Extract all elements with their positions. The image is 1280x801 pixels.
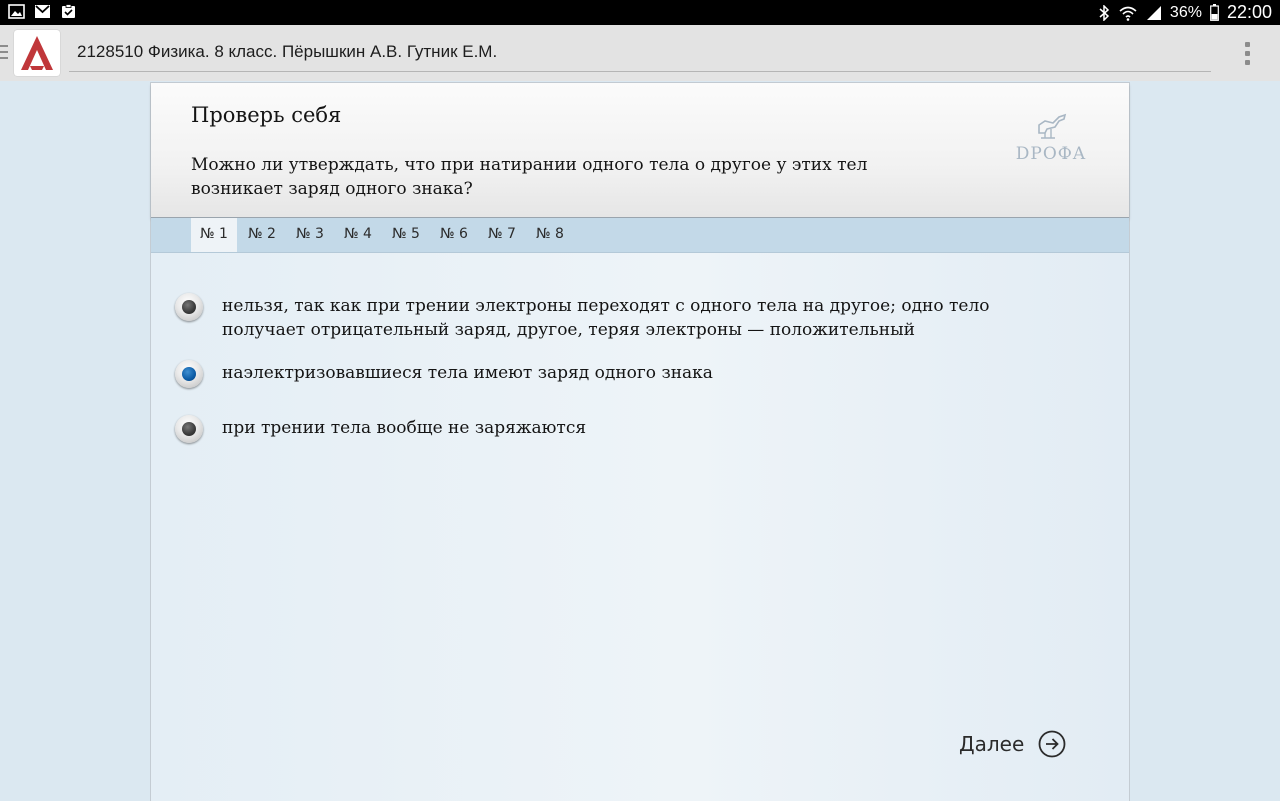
battery-percent: 36% xyxy=(1169,3,1202,21)
answer-option-3[interactable]: при трении тела вообще не заряжаются xyxy=(175,415,1075,443)
app-logo[interactable] xyxy=(14,30,60,76)
book-title: 2128510 Физика. 8 класс. Пёрышкин А.В. Г… xyxy=(77,42,498,61)
answer-label: наэлектризовавшиеся тела имеют заряд одн… xyxy=(222,363,713,383)
quiz-header: Проверь себя Можно ли утверждать, что пр… xyxy=(151,83,1129,218)
clipboard-check-icon xyxy=(62,4,75,18)
next-button[interactable]: Далее xyxy=(959,730,1066,758)
bluetooth-icon xyxy=(1099,4,1110,21)
arrow-right-circle-icon xyxy=(1038,730,1066,758)
publisher-logo-icon xyxy=(1038,113,1067,139)
tab-question-7[interactable]: № 7 xyxy=(479,218,525,252)
app-logo-icon xyxy=(21,36,53,70)
answer-option-2[interactable]: наэлектризовавшиеся тела имеют заряд одн… xyxy=(175,360,1075,388)
answer-label: при трении тела вообще не заряжаются xyxy=(222,418,587,438)
tab-question-3[interactable]: № 3 xyxy=(287,218,333,252)
app-bar: 2128510 Физика. 8 класс. Пёрышкин А.В. Г… xyxy=(0,25,1280,81)
tab-question-8[interactable]: № 8 xyxy=(527,218,573,252)
wifi-icon xyxy=(1119,6,1137,21)
gmail-icon xyxy=(35,5,50,18)
answer-label: нельзя, так как при трении электроны пер… xyxy=(222,296,990,340)
next-label: Далее xyxy=(959,732,1025,756)
overflow-menu-icon[interactable] xyxy=(1243,42,1251,69)
radio-button[interactable] xyxy=(175,293,203,321)
tab-question-4[interactable]: № 4 xyxy=(335,218,381,252)
battery-icon xyxy=(1210,4,1219,21)
gallery-icon xyxy=(8,4,25,19)
tab-question-2[interactable]: № 2 xyxy=(239,218,285,252)
title-divider xyxy=(69,71,1211,72)
drawer-menu-icon[interactable] xyxy=(0,45,8,63)
radio-button[interactable] xyxy=(175,415,203,443)
quiz-heading: Проверь себя xyxy=(191,103,342,127)
tab-question-6[interactable]: № 6 xyxy=(431,218,477,252)
answer-option-1[interactable]: нельзя, так как при трении электроны пер… xyxy=(175,293,1075,342)
status-bar: 36% 22:00 xyxy=(0,0,1280,25)
quiz-card: Проверь себя Можно ли утверждать, что пр… xyxy=(150,82,1130,801)
tab-question-1[interactable]: № 1 xyxy=(191,218,237,252)
publisher-logo: DPOФA xyxy=(1013,111,1089,164)
question-text: Можно ли утверждать, что при натирании о… xyxy=(191,155,868,199)
signal-icon xyxy=(1146,5,1161,20)
tab-question-5[interactable]: № 5 xyxy=(383,218,429,252)
question-tabs: № 1 № 2 № 3 № 4 № 5 № 6 № 7 № 8 xyxy=(151,218,1129,253)
radio-button-selected[interactable] xyxy=(175,360,203,388)
clock: 22:00 xyxy=(1226,2,1272,22)
publisher-name: DPOФA xyxy=(1015,144,1087,164)
